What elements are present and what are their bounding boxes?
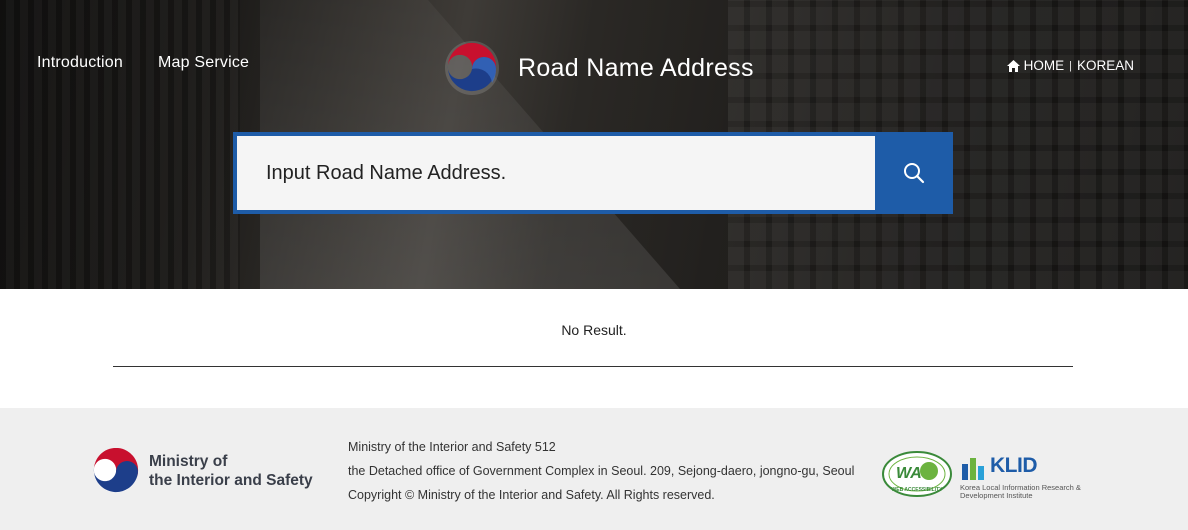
ministry-name-line1: Ministry of <box>149 452 228 470</box>
footer-info: Ministry of the Interior and Safety 512 … <box>348 435 854 507</box>
taeguk-logo-icon <box>445 41 499 95</box>
footer-address-line1: Ministry of the Interior and Safety 512 <box>348 440 556 454</box>
home-icon <box>1006 59 1020 72</box>
site-title: Road Name Address <box>518 53 754 82</box>
result-divider <box>113 366 1073 367</box>
utility-links: HOME | KOREAN <box>1006 58 1134 73</box>
wa-label: WEB ACCESSIBILITY <box>892 487 944 493</box>
wa-text: WA <box>896 465 922 482</box>
klid-mark-icon <box>962 458 984 480</box>
nav-introduction[interactable]: Introduction <box>37 54 123 72</box>
search-icon <box>904 163 925 184</box>
home-link[interactable]: HOME <box>1024 58 1065 73</box>
klid-logo[interactable]: KLID Korea Local Information Research & … <box>958 452 1094 500</box>
ministry-logo[interactable]: Ministry of the Interior and Safety <box>93 448 313 493</box>
search-bar <box>233 132 953 214</box>
address-search-input[interactable] <box>237 136 875 210</box>
result-message: No Result. <box>561 322 627 338</box>
util-separator: | <box>1069 59 1072 72</box>
main-nav: Introduction Map Service <box>37 54 249 72</box>
language-link-korean[interactable]: KOREAN <box>1077 58 1134 73</box>
footer: Ministry of the Interior and Safety Mini… <box>0 408 1188 530</box>
site-brand[interactable]: Road Name Address <box>442 39 754 97</box>
footer-copyright: Copyright © Ministry of the Interior and… <box>348 488 715 502</box>
hero-banner: Introduction Map Service Road Name Addre… <box>0 0 1188 289</box>
klid-subtitle: Korea Local Information Research & Devel… <box>960 484 1094 500</box>
ministry-name-line2: the Interior and Safety <box>149 471 313 489</box>
ministry-name: Ministry of the Interior and Safety <box>149 452 313 490</box>
result-section: No Result. <box>0 289 1188 408</box>
footer-address-line2: the Detached office of Government Comple… <box>348 464 855 478</box>
klid-name: KLID <box>990 454 1038 477</box>
background-wall-left <box>0 0 240 289</box>
klid-subtitle-line2: Development Institute <box>960 491 1033 500</box>
nav-map-service[interactable]: Map Service <box>158 54 249 72</box>
web-accessibility-badge-icon[interactable]: WA WEB ACCESSIBILITY <box>882 451 952 497</box>
ministry-taeguk-icon <box>93 448 139 493</box>
search-button[interactable] <box>875 136 953 210</box>
